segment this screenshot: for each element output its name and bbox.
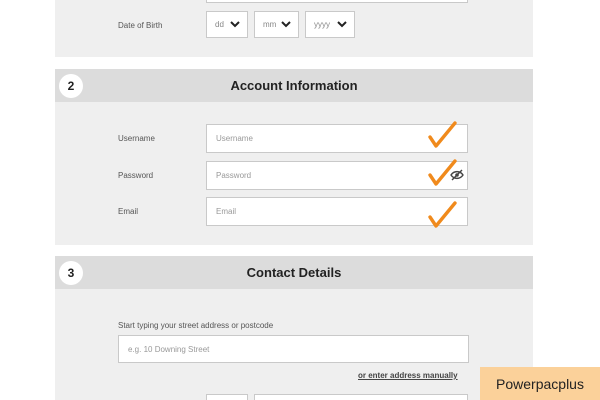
chevron-down-icon bbox=[337, 21, 347, 28]
dob-day-select[interactable]: dd bbox=[206, 11, 248, 38]
dob-year-select[interactable]: yyyy bbox=[305, 11, 355, 38]
dob-label: Date of Birth bbox=[118, 21, 163, 30]
address-street-field[interactable] bbox=[254, 394, 468, 400]
contact-details-panel: 3 Contact Details Start typing your stre… bbox=[55, 256, 533, 400]
enter-address-manually-link[interactable]: or enter address manually bbox=[358, 371, 458, 380]
address-label: Start typing your street address or post… bbox=[118, 321, 274, 330]
dob-month-value: mm bbox=[263, 20, 277, 29]
section-title: Account Information bbox=[230, 78, 358, 93]
dob-day-value: dd bbox=[215, 20, 224, 29]
previous-field[interactable] bbox=[206, 0, 468, 3]
check-icon bbox=[428, 159, 457, 186]
email-placeholder: Email bbox=[216, 207, 237, 216]
registration-form: Date of Birth dd mm yyyy 2 Account Infor… bbox=[0, 0, 600, 400]
address-number-field[interactable] bbox=[206, 394, 248, 400]
personal-details-panel: Date of Birth dd mm yyyy bbox=[55, 0, 533, 57]
section-header: 2 Account Information bbox=[55, 69, 533, 102]
chevron-down-icon bbox=[230, 21, 240, 28]
account-information-panel: 2 Account Information Username Username … bbox=[55, 69, 533, 245]
dob-month-select[interactable]: mm bbox=[254, 11, 299, 38]
check-icon bbox=[428, 121, 457, 148]
password-placeholder: Password bbox=[216, 171, 252, 180]
chevron-down-icon bbox=[281, 21, 291, 28]
email-label: Email bbox=[118, 207, 139, 216]
dob-year-value: yyyy bbox=[314, 20, 330, 29]
section-title: Contact Details bbox=[246, 265, 342, 280]
username-label: Username bbox=[118, 134, 155, 143]
password-label: Password bbox=[118, 171, 154, 180]
check-icon bbox=[428, 201, 457, 228]
address-placeholder: e.g. 10 Downing Street bbox=[128, 344, 210, 354]
section-header: 3 Contact Details bbox=[55, 256, 533, 289]
address-search-input[interactable]: e.g. 10 Downing Street bbox=[118, 335, 469, 363]
watermark-badge: Powerpacplus bbox=[480, 367, 600, 400]
username-placeholder: Username bbox=[216, 134, 253, 143]
